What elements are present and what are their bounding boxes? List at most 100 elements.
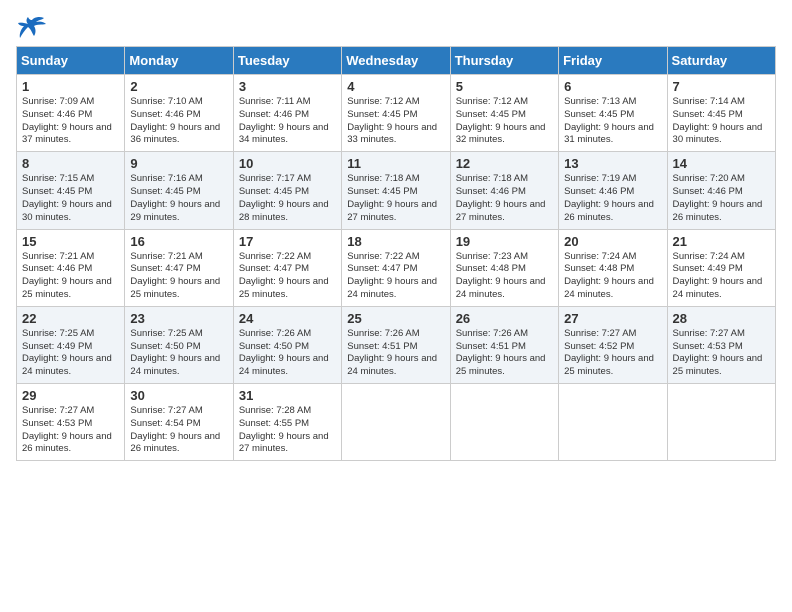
day-detail: Sunrise: 7:27 AMSunset: 4:54 PMDaylight:… [130, 405, 220, 454]
calendar-cell: 22 Sunrise: 7:25 AMSunset: 4:49 PMDaylig… [17, 306, 125, 383]
calendar-cell [450, 384, 558, 461]
calendar-cell: 28 Sunrise: 7:27 AMSunset: 4:53 PMDaylig… [667, 306, 775, 383]
day-number: 4 [347, 79, 444, 94]
day-number: 31 [239, 388, 336, 403]
calendar-cell: 11 Sunrise: 7:18 AMSunset: 4:45 PMDaylig… [342, 152, 450, 229]
day-number: 15 [22, 234, 119, 249]
day-number: 9 [130, 156, 227, 171]
day-detail: Sunrise: 7:22 AMSunset: 4:47 PMDaylight:… [347, 251, 437, 300]
logo [16, 16, 46, 38]
calendar-cell: 10 Sunrise: 7:17 AMSunset: 4:45 PMDaylig… [233, 152, 341, 229]
calendar-cell: 13 Sunrise: 7:19 AMSunset: 4:46 PMDaylig… [559, 152, 667, 229]
page-header [16, 16, 776, 38]
day-detail: Sunrise: 7:27 AMSunset: 4:52 PMDaylight:… [564, 328, 654, 377]
day-number: 22 [22, 311, 119, 326]
calendar-cell: 20 Sunrise: 7:24 AMSunset: 4:48 PMDaylig… [559, 229, 667, 306]
calendar-cell: 27 Sunrise: 7:27 AMSunset: 4:52 PMDaylig… [559, 306, 667, 383]
calendar-cell: 31 Sunrise: 7:28 AMSunset: 4:55 PMDaylig… [233, 384, 341, 461]
calendar-cell: 16 Sunrise: 7:21 AMSunset: 4:47 PMDaylig… [125, 229, 233, 306]
calendar-cell: 9 Sunrise: 7:16 AMSunset: 4:45 PMDayligh… [125, 152, 233, 229]
day-detail: Sunrise: 7:16 AMSunset: 4:45 PMDaylight:… [130, 173, 220, 222]
calendar-cell [342, 384, 450, 461]
day-detail: Sunrise: 7:18 AMSunset: 4:46 PMDaylight:… [456, 173, 546, 222]
day-detail: Sunrise: 7:13 AMSunset: 4:45 PMDaylight:… [564, 96, 654, 145]
day-detail: Sunrise: 7:28 AMSunset: 4:55 PMDaylight:… [239, 405, 329, 454]
calendar-cell: 24 Sunrise: 7:26 AMSunset: 4:50 PMDaylig… [233, 306, 341, 383]
day-detail: Sunrise: 7:22 AMSunset: 4:47 PMDaylight:… [239, 251, 329, 300]
day-detail: Sunrise: 7:11 AMSunset: 4:46 PMDaylight:… [239, 96, 329, 145]
day-number: 24 [239, 311, 336, 326]
day-number: 18 [347, 234, 444, 249]
calendar-cell: 12 Sunrise: 7:18 AMSunset: 4:46 PMDaylig… [450, 152, 558, 229]
calendar-cell: 2 Sunrise: 7:10 AMSunset: 4:46 PMDayligh… [125, 75, 233, 152]
calendar-cell: 17 Sunrise: 7:22 AMSunset: 4:47 PMDaylig… [233, 229, 341, 306]
calendar-cell [667, 384, 775, 461]
day-number: 3 [239, 79, 336, 94]
day-detail: Sunrise: 7:25 AMSunset: 4:50 PMDaylight:… [130, 328, 220, 377]
day-detail: Sunrise: 7:25 AMSunset: 4:49 PMDaylight:… [22, 328, 112, 377]
day-number: 28 [673, 311, 770, 326]
day-detail: Sunrise: 7:10 AMSunset: 4:46 PMDaylight:… [130, 96, 220, 145]
day-detail: Sunrise: 7:20 AMSunset: 4:46 PMDaylight:… [673, 173, 763, 222]
day-detail: Sunrise: 7:21 AMSunset: 4:46 PMDaylight:… [22, 251, 112, 300]
calendar-cell [559, 384, 667, 461]
day-number: 21 [673, 234, 770, 249]
calendar-table: SundayMondayTuesdayWednesdayThursdayFrid… [16, 46, 776, 461]
day-number: 23 [130, 311, 227, 326]
day-detail: Sunrise: 7:24 AMSunset: 4:48 PMDaylight:… [564, 251, 654, 300]
calendar-cell: 21 Sunrise: 7:24 AMSunset: 4:49 PMDaylig… [667, 229, 775, 306]
calendar-cell: 18 Sunrise: 7:22 AMSunset: 4:47 PMDaylig… [342, 229, 450, 306]
calendar-week-5: 29 Sunrise: 7:27 AMSunset: 4:53 PMDaylig… [17, 384, 776, 461]
calendar-cell: 1 Sunrise: 7:09 AMSunset: 4:46 PMDayligh… [17, 75, 125, 152]
calendar-cell: 6 Sunrise: 7:13 AMSunset: 4:45 PMDayligh… [559, 75, 667, 152]
calendar-header-friday: Friday [559, 47, 667, 75]
day-detail: Sunrise: 7:27 AMSunset: 4:53 PMDaylight:… [673, 328, 763, 377]
calendar-cell: 3 Sunrise: 7:11 AMSunset: 4:46 PMDayligh… [233, 75, 341, 152]
calendar-week-3: 15 Sunrise: 7:21 AMSunset: 4:46 PMDaylig… [17, 229, 776, 306]
day-number: 30 [130, 388, 227, 403]
day-number: 13 [564, 156, 661, 171]
day-number: 27 [564, 311, 661, 326]
day-detail: Sunrise: 7:15 AMSunset: 4:45 PMDaylight:… [22, 173, 112, 222]
calendar-cell: 29 Sunrise: 7:27 AMSunset: 4:53 PMDaylig… [17, 384, 125, 461]
calendar-week-4: 22 Sunrise: 7:25 AMSunset: 4:49 PMDaylig… [17, 306, 776, 383]
calendar-cell: 4 Sunrise: 7:12 AMSunset: 4:45 PMDayligh… [342, 75, 450, 152]
day-detail: Sunrise: 7:27 AMSunset: 4:53 PMDaylight:… [22, 405, 112, 454]
day-number: 29 [22, 388, 119, 403]
calendar-cell: 19 Sunrise: 7:23 AMSunset: 4:48 PMDaylig… [450, 229, 558, 306]
calendar-cell: 23 Sunrise: 7:25 AMSunset: 4:50 PMDaylig… [125, 306, 233, 383]
day-number: 14 [673, 156, 770, 171]
day-detail: Sunrise: 7:26 AMSunset: 4:50 PMDaylight:… [239, 328, 329, 377]
calendar-header-saturday: Saturday [667, 47, 775, 75]
day-detail: Sunrise: 7:09 AMSunset: 4:46 PMDaylight:… [22, 96, 112, 145]
day-number: 12 [456, 156, 553, 171]
calendar-cell: 14 Sunrise: 7:20 AMSunset: 4:46 PMDaylig… [667, 152, 775, 229]
day-number: 20 [564, 234, 661, 249]
calendar-cell: 5 Sunrise: 7:12 AMSunset: 4:45 PMDayligh… [450, 75, 558, 152]
calendar-header-sunday: Sunday [17, 47, 125, 75]
calendar-cell: 30 Sunrise: 7:27 AMSunset: 4:54 PMDaylig… [125, 384, 233, 461]
day-number: 17 [239, 234, 336, 249]
day-detail: Sunrise: 7:23 AMSunset: 4:48 PMDaylight:… [456, 251, 546, 300]
day-detail: Sunrise: 7:26 AMSunset: 4:51 PMDaylight:… [456, 328, 546, 377]
day-number: 7 [673, 79, 770, 94]
day-detail: Sunrise: 7:19 AMSunset: 4:46 PMDaylight:… [564, 173, 654, 222]
day-detail: Sunrise: 7:21 AMSunset: 4:47 PMDaylight:… [130, 251, 220, 300]
logo-bird-icon [18, 16, 46, 38]
calendar-header-wednesday: Wednesday [342, 47, 450, 75]
calendar-cell: 15 Sunrise: 7:21 AMSunset: 4:46 PMDaylig… [17, 229, 125, 306]
day-detail: Sunrise: 7:26 AMSunset: 4:51 PMDaylight:… [347, 328, 437, 377]
calendar-header-row: SundayMondayTuesdayWednesdayThursdayFrid… [17, 47, 776, 75]
calendar-header-monday: Monday [125, 47, 233, 75]
calendar-week-2: 8 Sunrise: 7:15 AMSunset: 4:45 PMDayligh… [17, 152, 776, 229]
calendar-cell: 26 Sunrise: 7:26 AMSunset: 4:51 PMDaylig… [450, 306, 558, 383]
day-number: 25 [347, 311, 444, 326]
calendar-cell: 25 Sunrise: 7:26 AMSunset: 4:51 PMDaylig… [342, 306, 450, 383]
day-number: 16 [130, 234, 227, 249]
day-number: 26 [456, 311, 553, 326]
day-number: 1 [22, 79, 119, 94]
day-number: 8 [22, 156, 119, 171]
day-number: 5 [456, 79, 553, 94]
day-detail: Sunrise: 7:12 AMSunset: 4:45 PMDaylight:… [456, 96, 546, 145]
calendar-header-thursday: Thursday [450, 47, 558, 75]
